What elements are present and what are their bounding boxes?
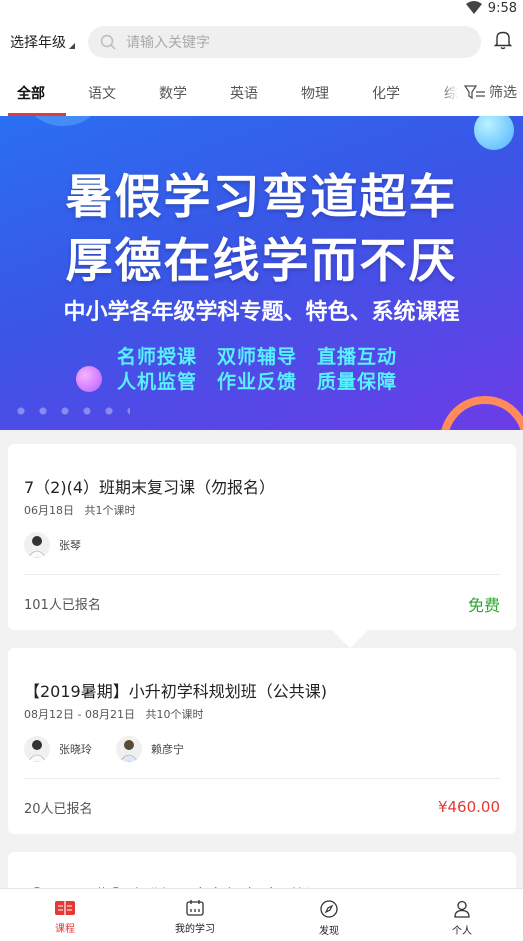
dropdown-triangle-icon: [69, 43, 75, 49]
decor-circle: [474, 116, 514, 150]
status-time: 9:58: [487, 1, 517, 16]
top-bar: 选择年级 请输入关键字: [0, 20, 523, 66]
banner-feature: 名师授课: [117, 346, 198, 368]
banner-headline-2: 厚德在线学而不厌: [65, 234, 458, 289]
nav-profile[interactable]: 个人: [397, 889, 523, 941]
book-icon: [55, 901, 75, 915]
course-card[interactable]: 【2019暑期】小升初学科规划班（公共课) 08月12日 - 08月21日 共1…: [8, 648, 516, 834]
teacher-name: 张晓玲: [59, 743, 92, 756]
person-icon: [454, 900, 470, 918]
course-meta: 08月12日 - 08月21日 共10个课时: [24, 706, 203, 722]
course-meta: 06月18日 共1个课时: [24, 502, 136, 518]
banner-feature: 质量保障: [317, 371, 398, 393]
wifi-icon: [466, 1, 482, 14]
course-lessons: 共10个课时: [145, 708, 204, 721]
banner-feature: 人机监管: [117, 371, 198, 393]
banner-dots: [10, 406, 130, 416]
search-icon: [100, 34, 116, 50]
tab-comprehensive[interactable]: 综: [444, 83, 458, 103]
course-lessons: 共1个课时: [84, 504, 136, 517]
calendar-icon: [186, 900, 204, 916]
grade-select-label: 选择年级: [10, 35, 66, 51]
bell-icon[interactable]: [494, 30, 512, 50]
teacher-name: 赖彦宁: [151, 743, 184, 756]
course-title: 【2019暑期】小升初学科规划班（公共课): [24, 682, 327, 701]
avatar: [24, 736, 50, 762]
decor-circle: [28, 116, 98, 126]
course-price: ¥460.00: [437, 798, 500, 816]
filter-button[interactable]: 筛选: [460, 76, 517, 108]
tab-english[interactable]: 英语: [230, 83, 258, 103]
course-price: 免费: [467, 596, 500, 615]
course-date: 06月18日: [24, 504, 74, 517]
nav-label: 课程: [55, 924, 75, 935]
banner-feature: 双师辅导: [217, 346, 298, 368]
banner-headline-1: 暑假学习弯道超车: [65, 170, 458, 225]
tab-chinese[interactable]: 语文: [88, 83, 116, 103]
tab-math[interactable]: 数学: [159, 83, 187, 103]
teacher: 赖彦宁: [116, 736, 184, 762]
search-input[interactable]: 请输入关键字: [88, 26, 481, 58]
nav-discover[interactable]: 发现: [264, 889, 394, 941]
nav-label: 我的学习: [175, 924, 215, 935]
bottom-nav: 课程 我的学习 发现 个人: [0, 888, 523, 941]
filter-label: 筛选: [489, 85, 517, 101]
enrolled-count: 101人已报名: [24, 598, 101, 613]
decor-ring: [440, 396, 523, 430]
teacher: 张晓玲: [24, 736, 92, 762]
course-card[interactable]: 7（2)(4）班期末复习课（勿报名） 06月18日 共1个课时 张琴 101人已…: [8, 444, 516, 630]
subject-tabs: 全部 语文 数学 英语 物理 化学 综 筛选: [0, 66, 523, 116]
tab-chemistry[interactable]: 化学: [372, 83, 400, 103]
avatar: [116, 736, 142, 762]
course-date: 08月12日 - 08月21日: [24, 708, 135, 721]
nav-courses[interactable]: 课程: [0, 889, 130, 941]
teacher: 张琴: [24, 532, 81, 558]
grade-select[interactable]: 选择年级: [10, 32, 75, 52]
course-title: 7（2)(4）班期末复习课（勿报名）: [24, 478, 276, 497]
banner-feature: 作业反馈: [217, 371, 298, 393]
tab-all[interactable]: 全部: [17, 83, 45, 103]
avatar: [24, 532, 50, 558]
nav-label: 发现: [319, 926, 339, 937]
status-bar: 9:58: [0, 0, 523, 20]
divider: [24, 574, 500, 575]
promo-banner[interactable]: 暑假学习弯道超车 厚德在线学而不厌 中小学各年级学科专题、特色、系统课程 名师授…: [0, 116, 523, 430]
divider: [24, 778, 500, 779]
decor-circle: [76, 366, 102, 392]
search-placeholder: 请输入关键字: [126, 35, 210, 51]
teacher-name: 张琴: [59, 539, 81, 552]
banner-feature: 直播互动: [317, 346, 398, 368]
card-notch: [330, 628, 370, 648]
filter-icon: [464, 85, 485, 100]
compass-icon: [320, 900, 338, 918]
enrolled-count: 20人已报名: [24, 802, 93, 817]
nav-label: 个人: [452, 926, 472, 937]
nav-my-learning[interactable]: 我的学习: [130, 889, 260, 941]
tab-physics[interactable]: 物理: [301, 83, 329, 103]
banner-subtitle: 中小学各年级学科专题、特色、系统课程: [63, 300, 460, 325]
